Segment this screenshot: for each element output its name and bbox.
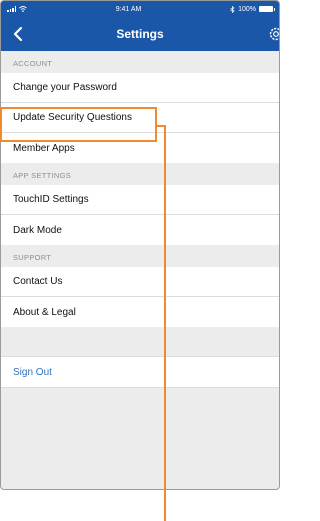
status-bar-left xyxy=(7,6,27,12)
page-title: Settings xyxy=(116,27,164,41)
gear-icon xyxy=(269,27,279,41)
back-button[interactable] xyxy=(10,26,26,42)
member-apps-item[interactable]: Member Apps xyxy=(1,133,279,163)
status-bar-right: 100% xyxy=(230,5,275,13)
chevron-left-icon xyxy=(13,27,23,41)
signal-icon xyxy=(7,6,16,12)
contact-us-item[interactable]: Contact Us xyxy=(1,267,279,297)
sign-out-button[interactable]: Sign Out xyxy=(1,356,279,388)
settings-button[interactable] xyxy=(267,25,279,43)
status-time: 9:41 AM xyxy=(115,5,142,13)
bluetooth-icon xyxy=(230,5,235,13)
update-security-questions-item[interactable]: Update Security Questions xyxy=(1,103,279,133)
touchid-settings-item[interactable]: TouchID Settings xyxy=(1,185,279,215)
battery-icon xyxy=(259,6,275,12)
battery-percent: 100% xyxy=(238,5,256,13)
status-bar: 9:41 AM 100% xyxy=(1,1,279,17)
change-password-item[interactable]: Change your Password xyxy=(1,73,279,103)
section-header-app-settings: APP SETTINGS xyxy=(1,163,279,185)
wifi-icon xyxy=(19,6,27,12)
section-header-account: ACCOUNT xyxy=(1,51,279,73)
about-legal-item[interactable]: About & Legal xyxy=(1,297,279,327)
section-header-support: SUPPORT xyxy=(1,245,279,267)
phone-screen: 9:41 AM 100% Settings ACCOUNT Change you… xyxy=(0,0,280,490)
dark-mode-item[interactable]: Dark Mode xyxy=(1,215,279,245)
section-spacer xyxy=(1,327,279,356)
navigation-bar: Settings xyxy=(1,17,279,51)
